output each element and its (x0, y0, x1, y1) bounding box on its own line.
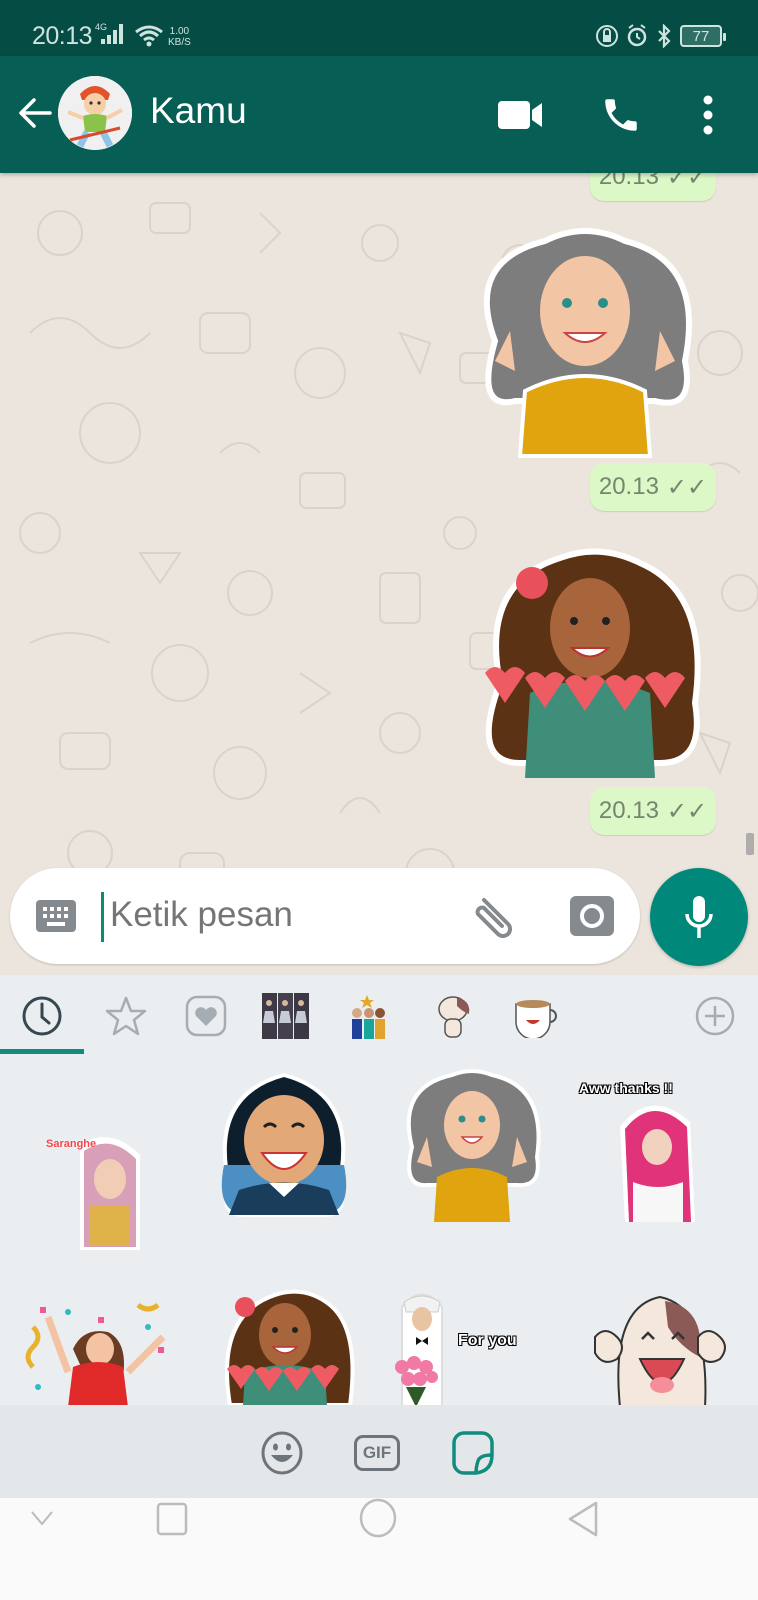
pack-thumbnail-icon (352, 995, 385, 1039)
contact-name[interactable]: Kamu (150, 90, 247, 132)
wifi-icon (135, 25, 163, 47)
lock-rotation-icon (596, 25, 618, 47)
chat-scrollbar[interactable] (746, 833, 754, 855)
keyboard-mode-bar: GIF (0, 1405, 758, 1498)
status-time: 20:13 (32, 22, 93, 50)
status-bar: 20:13 4G 1.00 KB/S 77 (0, 0, 758, 56)
network-type: 4G (95, 22, 108, 32)
alarm-icon (627, 24, 647, 47)
star-icon (105, 996, 147, 1036)
add-sticker-pack-button[interactable] (688, 989, 742, 1043)
battery-icon: 77 (680, 25, 726, 47)
sticker-caption: Saranghe (46, 1138, 97, 1150)
hide-navbar-icon[interactable] (30, 1510, 54, 1526)
heart-icon (185, 995, 227, 1037)
back-nav-icon[interactable] (566, 1500, 602, 1538)
tab-pack-coffee[interactable] (510, 989, 564, 1043)
message-input[interactable] (110, 895, 450, 935)
double-check-icon: ✓✓ (666, 473, 708, 501)
signal-icon: 4G (95, 22, 123, 44)
message-composer (10, 868, 640, 964)
keyboard-icon[interactable] (36, 900, 76, 932)
sticker-tab-icon[interactable] (452, 1431, 494, 1475)
plus-icon (695, 996, 735, 1036)
bluetooth-icon (658, 24, 671, 48)
tab-love[interactable] (179, 989, 233, 1043)
text-caret (101, 892, 104, 942)
tab-pack-fashion[interactable] (259, 989, 313, 1043)
recent-apps-icon[interactable] (156, 1502, 188, 1536)
clock-icon (22, 996, 62, 1036)
sticker-caption: For you (458, 1332, 517, 1349)
home-icon[interactable] (358, 1498, 398, 1538)
tab-pack-friends[interactable] (341, 989, 395, 1043)
pack-thumbnail-icon (262, 993, 309, 1039)
emoji-tab-icon[interactable] (260, 1431, 304, 1475)
system-navigation-bar (0, 1498, 758, 1600)
more-options-icon[interactable] (702, 94, 714, 136)
double-check-icon: ✓✓ (666, 797, 708, 825)
chat-area[interactable]: 20.13 ✓✓ 20.13 ✓✓ 20.13 ✓✓ (0, 173, 758, 975)
sticker-curly-gray-hair-woman[interactable] (392, 1067, 552, 1227)
battery-level: 77 (692, 27, 710, 45)
camera-icon[interactable] (570, 896, 614, 936)
message-time-bubble: 20.13 ✓✓ (590, 787, 716, 835)
sticker-panel: Saranghe Aww thanks !! For you (0, 975, 758, 1408)
sticker-saranghe-hijab-woman[interactable]: Saranghe (18, 1095, 178, 1255)
voice-call-icon[interactable] (600, 94, 642, 136)
sticker-message[interactable] (455, 221, 715, 461)
tab-recent[interactable] (15, 989, 69, 1043)
chat-header: Kamu (0, 56, 758, 173)
attach-icon[interactable] (470, 894, 518, 938)
sticker-caption: Aww thanks !! (579, 1080, 673, 1096)
tab-favorites[interactable] (99, 989, 153, 1043)
pack-thumbnail-icon (515, 1000, 557, 1038)
message-time-bubble: 20.13 ✓✓ (590, 173, 716, 201)
double-check-icon: ✓✓ (666, 173, 708, 191)
sticker-aww-thanks-hijab-woman[interactable]: Aww thanks !! (579, 1067, 745, 1227)
network-speed: 1.00 KB/S (168, 26, 191, 48)
gif-tab-button[interactable]: GIF (354, 1435, 400, 1471)
contact-avatar[interactable] (58, 76, 132, 150)
message-time-bubble: 20.13 ✓✓ (590, 463, 716, 511)
active-tab-indicator (0, 1049, 84, 1054)
pack-thumbnail-icon (438, 996, 470, 1038)
microphone-icon (685, 896, 713, 938)
sticker-tabs (0, 975, 758, 1055)
tab-pack-dog[interactable] (427, 989, 481, 1043)
voice-message-button[interactable] (650, 868, 748, 966)
video-call-icon[interactable] (498, 100, 544, 130)
sticker-message[interactable] (460, 543, 720, 783)
sticker-laughing-blue-hair-woman[interactable] (204, 1065, 364, 1225)
back-arrow-icon[interactable] (16, 94, 54, 132)
